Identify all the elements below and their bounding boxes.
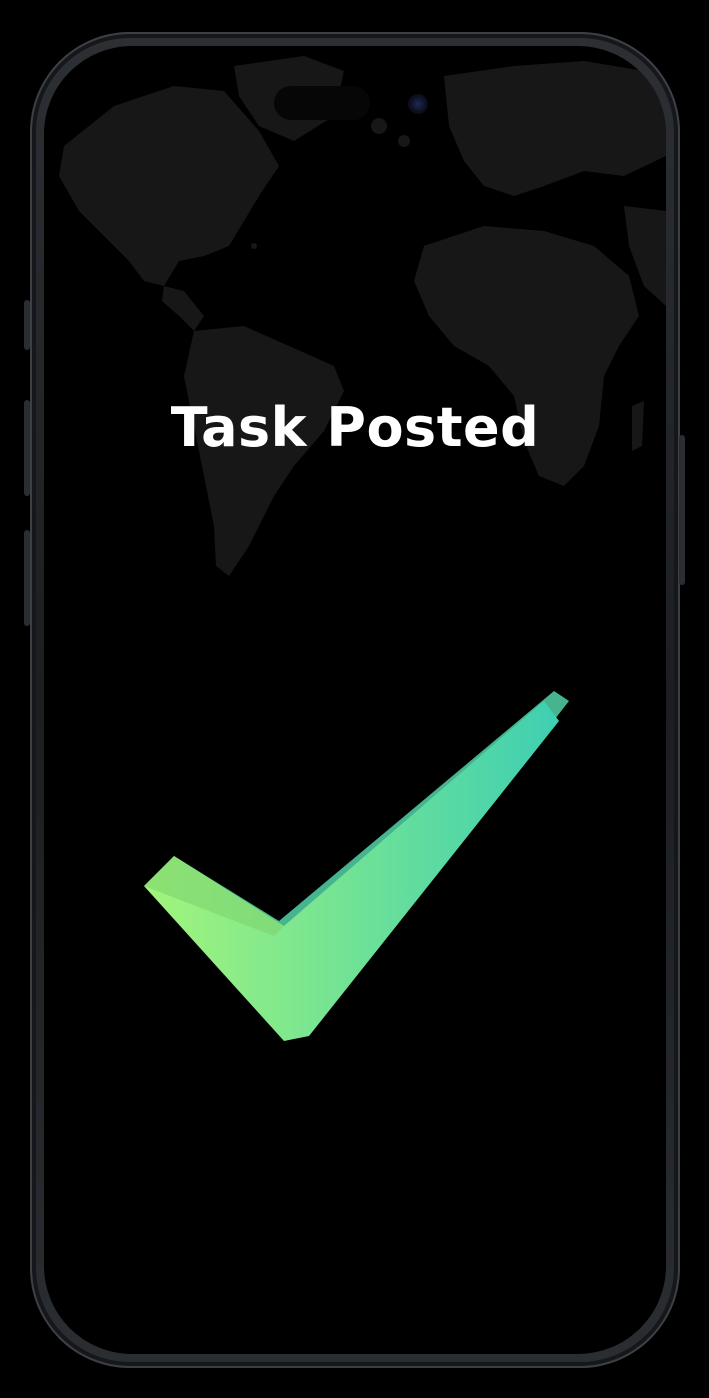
volume-down-button (24, 530, 30, 626)
stage: Task Posted (0, 0, 709, 1398)
action-button (24, 300, 30, 350)
world-map-illustration (59, 56, 666, 576)
dynamic-island (274, 86, 370, 120)
checkmark-icon (144, 691, 569, 1041)
volume-up-button (24, 400, 30, 496)
phone-screen: Task Posted (44, 46, 666, 1354)
page-title: Task Posted (170, 396, 540, 459)
camera-icon (408, 94, 428, 114)
power-button (679, 435, 685, 585)
